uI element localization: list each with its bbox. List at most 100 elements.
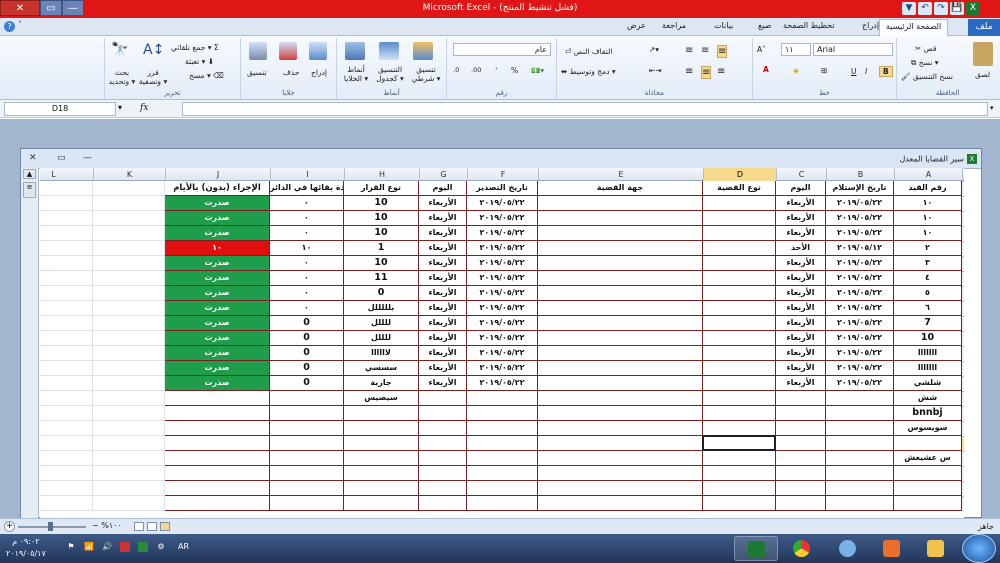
- cell-g-2[interactable]: الأربعاء: [419, 196, 467, 211]
- taskbar-excel[interactable]: [734, 536, 778, 561]
- row-header[interactable]: 14: [962, 376, 964, 391]
- cell-a-2[interactable]: ١٠: [894, 196, 962, 211]
- cell-d-4[interactable]: [703, 226, 776, 241]
- cell-k-4[interactable]: [93, 226, 165, 241]
- workbook-minimize-button[interactable]: —: [83, 153, 92, 163]
- cell-g-18[interactable]: [419, 436, 467, 451]
- save-icon[interactable]: 💾: [950, 2, 964, 15]
- cell-j-14[interactable]: صدرت: [165, 376, 270, 391]
- header-cell-j[interactable]: الإجراء (بدون) بالأيام: [165, 181, 270, 196]
- cell-d-11[interactable]: [703, 331, 776, 346]
- cell-j-8[interactable]: صدرت: [165, 286, 270, 301]
- cell-f-18[interactable]: [467, 436, 538, 451]
- cell-d-3[interactable]: [703, 211, 776, 226]
- cell-g-7[interactable]: الأربعاء: [419, 271, 467, 286]
- cell-f-22[interactable]: [467, 496, 538, 511]
- header-cell-f[interactable]: تاريخ التصدير: [467, 181, 538, 196]
- cell-d-8[interactable]: [703, 286, 776, 301]
- cell-d-21[interactable]: [703, 481, 776, 496]
- cell-k-2[interactable]: [93, 196, 165, 211]
- page-layout-view-icon[interactable]: [147, 522, 157, 531]
- cell-i-12[interactable]: 0: [270, 346, 344, 361]
- format-as-table-icon[interactable]: [379, 42, 399, 60]
- cell-h-12[interactable]: لاااااا: [344, 346, 419, 361]
- cell-f-2[interactable]: ٢٠١٩/٠٥/٢٢: [467, 196, 538, 211]
- font-color-icon[interactable]: A: [763, 65, 769, 74]
- cell-j-18[interactable]: [165, 436, 270, 451]
- cell-i-3[interactable]: ٠: [270, 211, 344, 226]
- cell-g-13[interactable]: الأربعاء: [419, 361, 467, 376]
- cell-b-6[interactable]: ٢٠١٩/٠٥/٢٢: [826, 256, 894, 271]
- autosum-button[interactable]: جمع تلقائي ▾ Σ: [171, 43, 219, 52]
- cell-a-11[interactable]: 10: [894, 331, 962, 346]
- header-cell-e[interactable]: جهة القضية: [538, 181, 703, 196]
- italic-button[interactable]: I: [865, 67, 867, 76]
- cell-g-20[interactable]: [419, 466, 467, 481]
- page-break-view-icon[interactable]: [134, 522, 144, 531]
- clock[interactable]: ٠٩:٠٢ م ٢٠١٩/٠٥/١٧: [6, 536, 46, 560]
- cell-j-4[interactable]: صدرت: [165, 226, 270, 241]
- cell-h-2[interactable]: 10: [344, 196, 419, 211]
- cell-k-21[interactable]: [93, 481, 165, 496]
- cell-b-12[interactable]: ٢٠١٩/٠٥/٢٢: [826, 346, 894, 361]
- cell-b-17[interactable]: [826, 421, 894, 436]
- merge-center-button[interactable]: ⬌ دمج وتوسيط ▾: [561, 67, 616, 76]
- row-header[interactable]: 2: [962, 196, 964, 211]
- header-cell-a[interactable]: رقم القيد: [894, 181, 962, 196]
- row-header[interactable]: 11: [962, 331, 964, 346]
- cell-a-6[interactable]: ٣: [894, 256, 962, 271]
- cell-a-18[interactable]: [894, 436, 962, 451]
- tab-home[interactable]: الصفحة الرئيسية: [879, 19, 949, 37]
- cell-b-21[interactable]: [826, 481, 894, 496]
- decrease-decimal-icon[interactable]: .0: [453, 66, 459, 74]
- cell-k-15[interactable]: [93, 391, 165, 406]
- column-header-g[interactable]: G: [419, 168, 467, 181]
- cell-f-6[interactable]: ٢٠١٩/٠٥/٢٢: [467, 256, 538, 271]
- cell-l-20[interactable]: [40, 466, 93, 481]
- cell-g-6[interactable]: الأربعاء: [419, 256, 467, 271]
- cell-j-13[interactable]: صدرت: [165, 361, 270, 376]
- language-indicator[interactable]: AR: [178, 542, 189, 551]
- row-header[interactable]: 9: [962, 301, 964, 316]
- header-cell-d[interactable]: نوع القضية: [703, 181, 776, 196]
- taskbar-chrome[interactable]: [780, 536, 824, 561]
- cell-l-21[interactable]: [40, 481, 93, 496]
- cell-a-14[interactable]: شلشي: [894, 376, 962, 391]
- cell-d-14[interactable]: [703, 376, 776, 391]
- cell-f-21[interactable]: [467, 481, 538, 496]
- show-hidden-icons-icon[interactable]: ⚑: [66, 542, 76, 552]
- cell-j-16[interactable]: [165, 406, 270, 421]
- cell-l-2[interactable]: [40, 196, 93, 211]
- borders-icon[interactable]: ⊞: [821, 66, 827, 75]
- cell-h-14[interactable]: جارية: [344, 376, 419, 391]
- cell-a-15[interactable]: شش: [894, 391, 962, 406]
- cell-h-13[interactable]: سسسي: [344, 361, 419, 376]
- cell-l-4[interactable]: [40, 226, 93, 241]
- tab-view[interactable]: عرض: [627, 21, 646, 30]
- cell-b-7[interactable]: ٢٠١٩/٠٥/٢٢: [826, 271, 894, 286]
- cell-a-3[interactable]: ١٠: [894, 211, 962, 226]
- row-header[interactable]: 19: [962, 451, 964, 466]
- cell-styles-label[interactable]: أنماط الخلايا ▾: [339, 65, 373, 83]
- cell-j-20[interactable]: [165, 466, 270, 481]
- align-bottom-icon[interactable]: ≡: [717, 45, 728, 58]
- cell-styles-icon[interactable]: [345, 42, 365, 60]
- taskbar-media[interactable]: [870, 536, 914, 561]
- row-header[interactable]: 21: [962, 481, 964, 496]
- cell-h-9[interactable]: بلللللل: [344, 301, 419, 316]
- cell-e-18[interactable]: [538, 436, 703, 451]
- underline-button[interactable]: U: [851, 67, 857, 76]
- cell-d-9[interactable]: [703, 301, 776, 316]
- cell-c-4[interactable]: الأربعاء: [776, 226, 826, 241]
- row-header[interactable]: 5: [962, 241, 964, 256]
- cell-j-10[interactable]: صدرت: [165, 316, 270, 331]
- grow-font-button[interactable]: A˄: [757, 45, 766, 54]
- cell-f-3[interactable]: ٢٠١٩/٠٥/٢٢: [467, 211, 538, 226]
- cell-c-9[interactable]: الأربعاء: [776, 301, 826, 316]
- cell-g-15[interactable]: [419, 391, 467, 406]
- cell-g-10[interactable]: الأربعاء: [419, 316, 467, 331]
- cell-e-10[interactable]: [538, 316, 703, 331]
- cell-k-20[interactable]: [93, 466, 165, 481]
- cell-g-8[interactable]: الأربعاء: [419, 286, 467, 301]
- cell-g-12[interactable]: الأربعاء: [419, 346, 467, 361]
